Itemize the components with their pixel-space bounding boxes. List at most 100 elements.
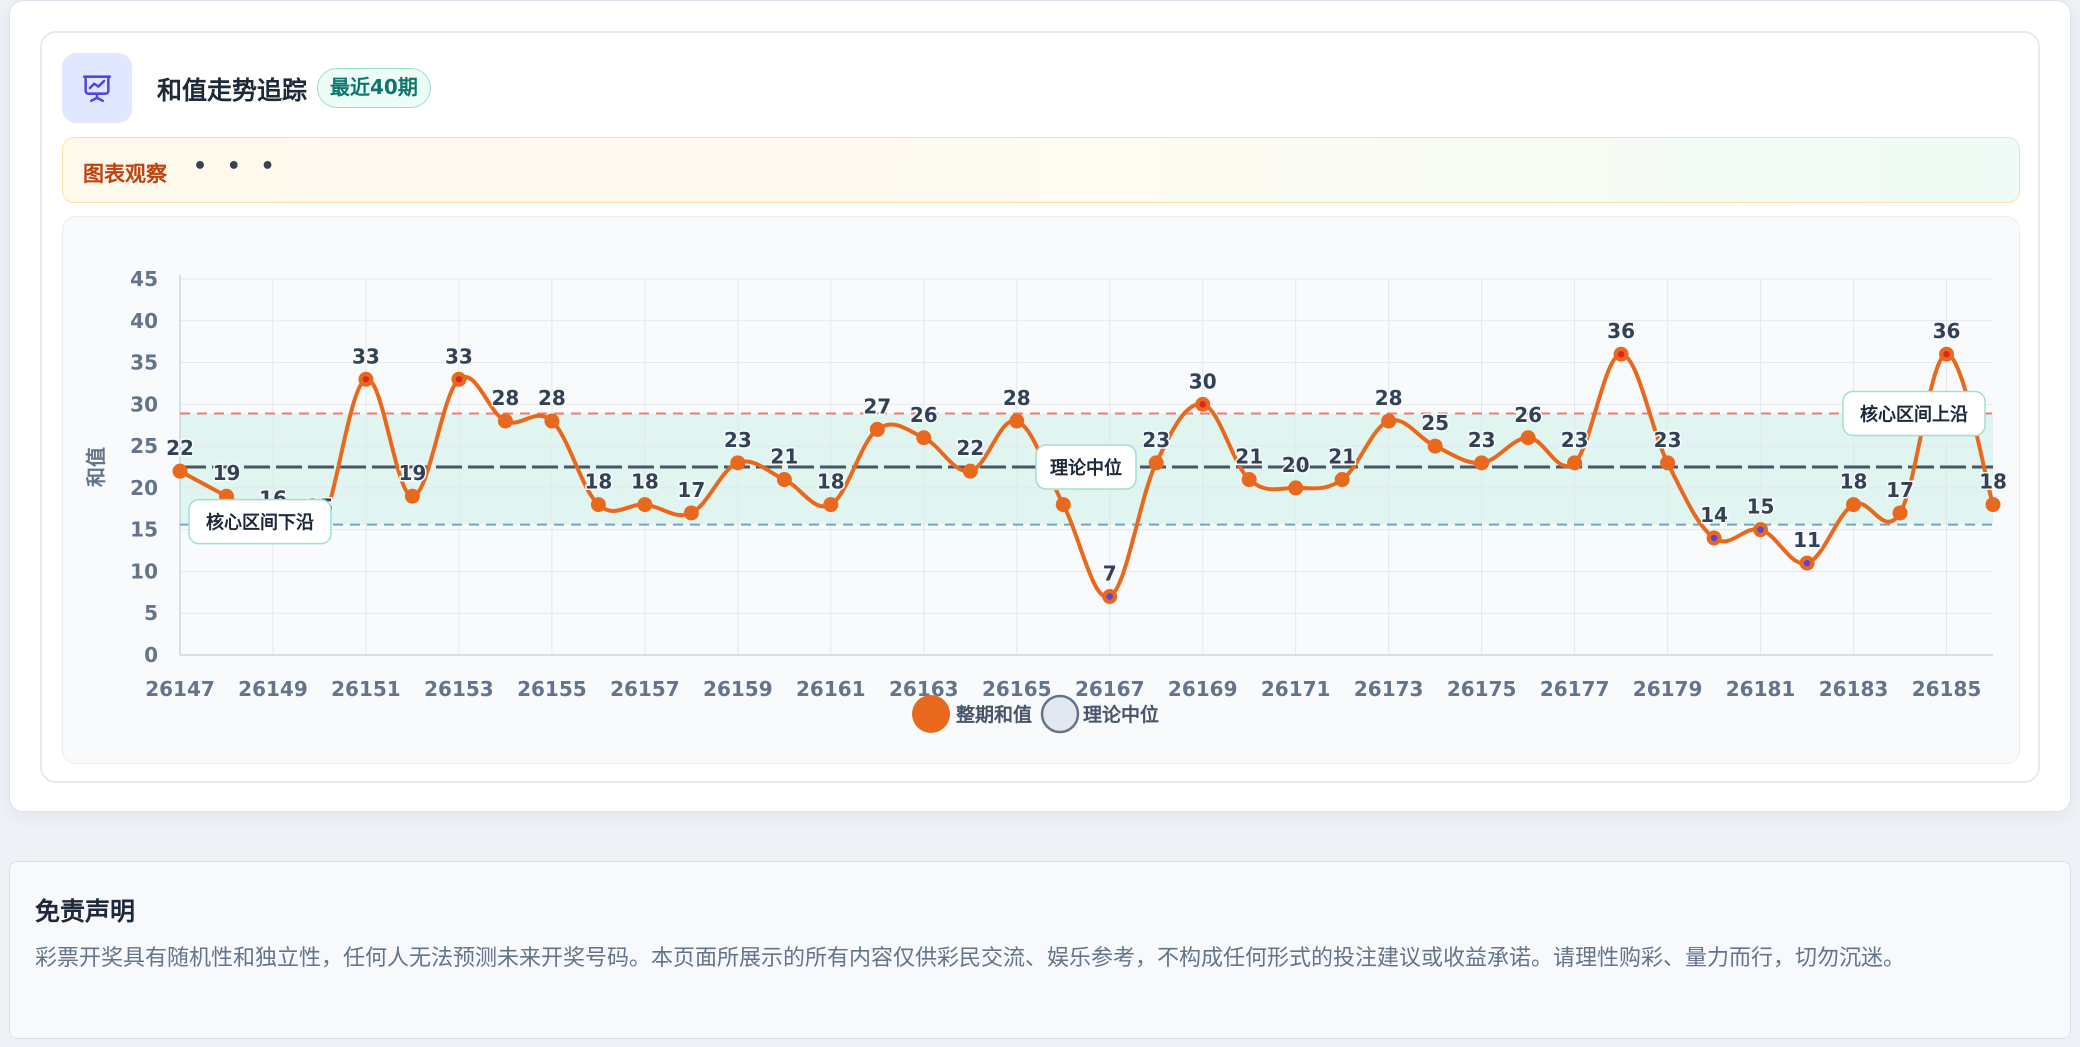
data-label: 28 [1003, 386, 1031, 410]
data-label: 22 [166, 436, 194, 460]
data-label: 14 [1700, 503, 1728, 527]
x-tick-label: 26157 [610, 677, 680, 701]
data-label: 23 [1654, 428, 1682, 452]
x-tick-label: 26151 [331, 677, 401, 701]
data-point-marker [1710, 534, 1718, 542]
data-point [1427, 438, 1443, 454]
data-point [962, 463, 978, 479]
sum-trend-chart: 05101520253035404526147 26149 26151 26153 26… [84, 267, 2008, 734]
x-tick-label: 26159 [703, 677, 773, 701]
y-tick-label: 20 [130, 476, 158, 500]
more-dots-icon[interactable]: • • • [193, 154, 281, 179]
data-point-marker [1803, 559, 1811, 567]
data-label: 27 [863, 394, 891, 418]
x-tick-label: 26161 [796, 677, 866, 701]
data-point-marker [1617, 351, 1625, 358]
x-tick-label: 26167 [1075, 677, 1145, 701]
data-label: 17 [677, 478, 705, 502]
presentation-chart-icon [62, 53, 132, 123]
data-label: 23 [1142, 428, 1170, 452]
y-tick-label: 15 [130, 518, 158, 542]
data-label: 7 [1103, 562, 1117, 586]
data-label: 26 [1514, 403, 1542, 427]
data-point [1055, 497, 1071, 513]
chart-area: 0 5 10 15 20 25 30 35 40 45 26147 26149 26151 26153 26… [62, 216, 2020, 764]
y-tick-label: 40 [130, 309, 158, 333]
data-point [637, 497, 653, 513]
data-label: 18 [631, 470, 659, 494]
y-tick-label: 0 [144, 643, 158, 667]
data-label: 19 [213, 461, 241, 485]
chart-card: 和值走势追踪 最近40期 图表观察 • • • 0 5 10 15 20 25 30 35 40… [9, 0, 2071, 812]
x-tick-label: 26169 [1168, 677, 1238, 701]
data-point [590, 497, 606, 513]
data-label: 28 [1375, 386, 1403, 410]
upper-bound-tag: 核心区间上沿 [1860, 404, 1968, 426]
data-point [1846, 497, 1862, 513]
data-point [1381, 413, 1397, 429]
x-tick-label: 26181 [1726, 677, 1796, 701]
data-point-marker [1757, 526, 1764, 533]
data-point [776, 472, 792, 488]
x-tick-label: 26155 [517, 677, 587, 701]
legend-swatch-median [1040, 694, 1080, 734]
data-point [497, 413, 513, 429]
data-label: 23 [724, 428, 752, 452]
y-tick-label: 5 [144, 601, 158, 625]
data-label: 18 [1979, 470, 2007, 494]
data-label: 36 [1933, 319, 1961, 343]
data-label: 21 [1328, 445, 1356, 469]
y-axis-label: 和值 [84, 447, 108, 487]
data-label: 22 [956, 436, 984, 460]
lower-bound-tag: 核心区间下沿 [206, 512, 314, 534]
data-point [1892, 505, 1908, 521]
median-tag: 理论中位 [1050, 457, 1122, 479]
data-point [683, 505, 699, 521]
data-point-marker [455, 376, 463, 383]
data-label: 28 [491, 386, 519, 410]
x-tick-label: 26175 [1447, 677, 1517, 701]
x-tick-label: 26149 [238, 677, 308, 701]
data-label: 17 [1886, 478, 1914, 502]
x-tick-label: 26173 [1354, 677, 1424, 701]
data-label: 28 [538, 386, 566, 410]
data-label: 15 [1747, 495, 1775, 519]
x-tick-label: 26177 [1540, 677, 1610, 701]
legend-swatch-sum [912, 695, 950, 733]
x-tick-label: 26183 [1819, 677, 1889, 701]
data-point-marker [1106, 593, 1113, 600]
x-tick-label: 26153 [424, 677, 494, 701]
data-point [1334, 472, 1350, 488]
data-point [916, 430, 932, 446]
y-tick-label: 30 [130, 392, 158, 416]
data-point [172, 463, 188, 479]
data-label: 33 [445, 344, 473, 368]
data-label: 18 [817, 470, 845, 494]
y-tick-label: 25 [130, 434, 158, 458]
disclaimer-title: 免责声明 [35, 897, 136, 926]
data-label: 33 [352, 344, 380, 368]
data-point [1288, 480, 1304, 496]
data-point-marker [1199, 401, 1206, 408]
chart-observation-bar[interactable]: 图表观察 • • • [62, 137, 2020, 203]
x-tick-label: 26185 [1912, 677, 1982, 701]
data-point [730, 455, 746, 471]
data-point [869, 421, 885, 437]
data-point [1474, 455, 1490, 471]
page-title: 和值走势追踪 [157, 76, 308, 105]
legend-label-median: 理论中位 [1083, 703, 1159, 726]
data-label: 26 [910, 403, 938, 427]
legend-label-sum: 整期和值 [956, 703, 1032, 726]
data-label: 23 [1468, 428, 1496, 452]
data-point [1009, 413, 1025, 429]
x-tick-label: 26147 [145, 677, 215, 701]
data-point [823, 497, 839, 513]
data-label: 36 [1607, 319, 1635, 343]
disclaimer-text: 彩票开奖具有随机性和独立性，任何人无法预测未来开奖号码。本页面所展示的所有内容仅… [35, 946, 1906, 971]
y-tick-label: 35 [130, 351, 158, 375]
data-point [1241, 472, 1257, 488]
data-point [1567, 455, 1583, 471]
x-tick-label: 26171 [1261, 677, 1331, 701]
x-tick-label: 26179 [1633, 677, 1703, 701]
data-point [544, 413, 560, 429]
